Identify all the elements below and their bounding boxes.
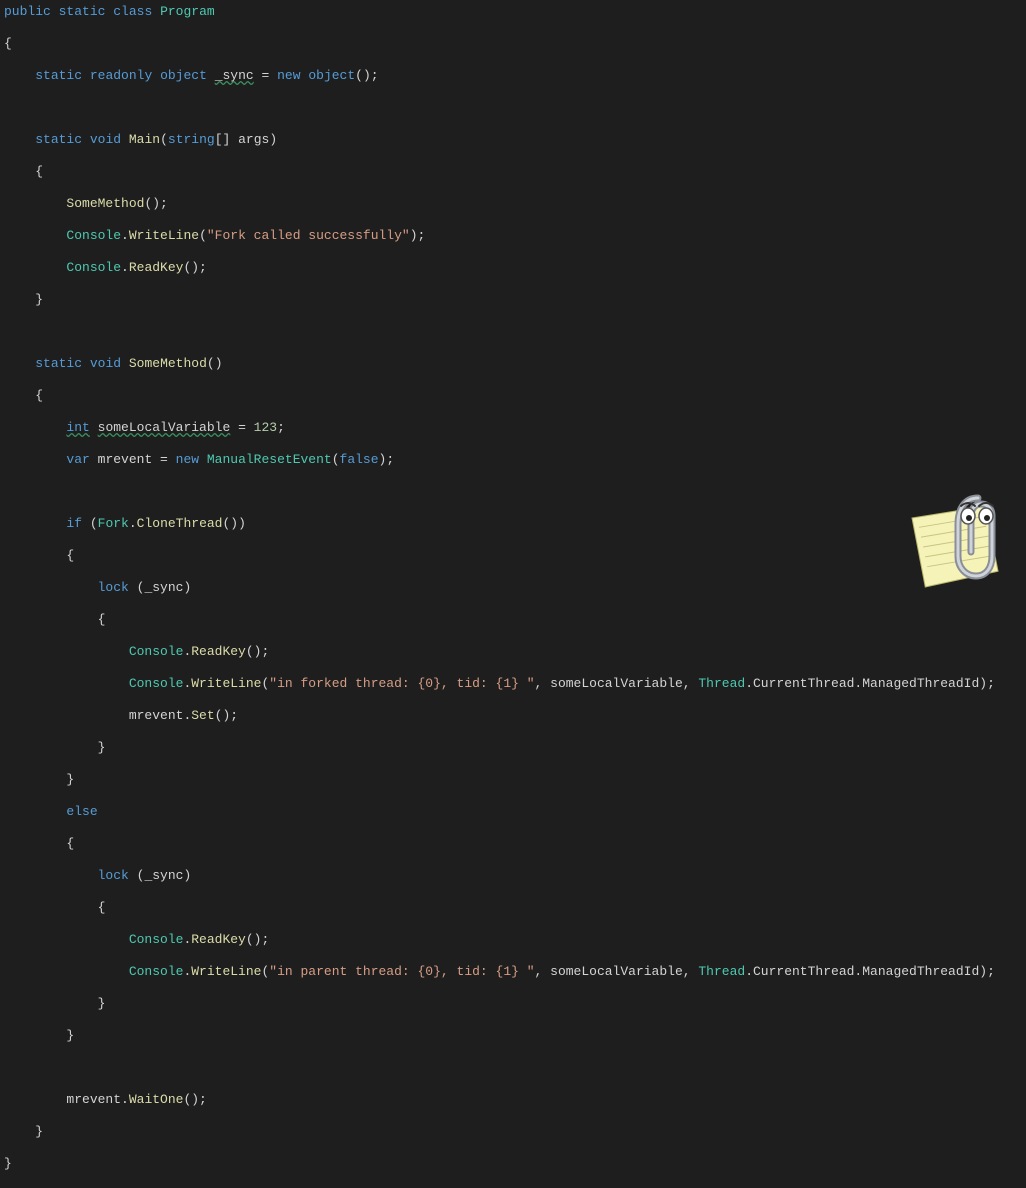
kw: false	[340, 452, 379, 467]
call: WriteLine	[191, 964, 261, 979]
ctor: object	[308, 68, 355, 83]
field-sync: _sync	[215, 68, 254, 83]
method: SomeMethod	[129, 356, 207, 371]
param: args	[238, 132, 269, 147]
kw-static: static	[59, 4, 106, 19]
type: ManualResetEvent	[207, 452, 332, 467]
kw: if	[66, 516, 82, 531]
kw-class: class	[113, 4, 152, 19]
type: Console	[66, 260, 121, 275]
string: "Fork called successfully"	[207, 228, 410, 243]
call: CloneThread	[137, 516, 223, 531]
kw: readonly	[90, 68, 152, 83]
call: ReadKey	[129, 260, 184, 275]
op: =	[254, 68, 277, 83]
type: Console	[129, 964, 184, 979]
kw: string	[168, 132, 215, 147]
kw: int	[66, 420, 89, 435]
call: WriteLine	[129, 228, 199, 243]
classname: Program	[160, 4, 215, 19]
kw: static	[35, 356, 82, 371]
ref: _sync	[144, 868, 183, 883]
call: Set	[191, 708, 214, 723]
type: Console	[66, 228, 121, 243]
type: Console	[129, 932, 184, 947]
ref: mrevent	[129, 708, 184, 723]
call: ReadKey	[191, 644, 246, 659]
type: Console	[129, 644, 184, 659]
prop: CurrentThread	[753, 964, 854, 979]
kw: lock	[98, 580, 129, 595]
arg: someLocalVariable	[550, 964, 683, 979]
kw: else	[66, 804, 97, 819]
string: "in forked thread: {0}, tid: {1} "	[269, 676, 534, 691]
prop: CurrentThread	[753, 676, 854, 691]
clippy-assistant[interactable]	[908, 490, 1018, 590]
kw: static	[35, 68, 82, 83]
kw-public: public	[4, 4, 51, 19]
type: Console	[129, 676, 184, 691]
string: "in parent thread: {0}, tid: {1} "	[269, 964, 534, 979]
call: SomeMethod	[66, 196, 144, 211]
prop: ManagedThreadId	[862, 676, 979, 691]
type: Thread	[698, 964, 745, 979]
kw: new	[277, 68, 300, 83]
call: WaitOne	[129, 1092, 184, 1107]
kw: void	[90, 132, 121, 147]
kw: lock	[98, 868, 129, 883]
local: someLocalVariable	[98, 420, 231, 435]
num: 123	[254, 420, 277, 435]
arg: someLocalVariable	[550, 676, 683, 691]
kw: var	[66, 452, 89, 467]
type: Thread	[698, 676, 745, 691]
local: mrevent	[98, 452, 153, 467]
call: ReadKey	[191, 932, 246, 947]
code-editor[interactable]: public static class Program { static rea…	[4, 4, 1026, 1188]
kw: void	[90, 356, 121, 371]
kw: static	[35, 132, 82, 147]
main-method: Main	[129, 132, 160, 147]
kw: new	[176, 452, 199, 467]
prop: ManagedThreadId	[862, 964, 979, 979]
type: Fork	[98, 516, 129, 531]
ref: _sync	[144, 580, 183, 595]
kw: object	[160, 68, 207, 83]
call: WriteLine	[191, 676, 261, 691]
ref: mrevent	[66, 1092, 121, 1107]
